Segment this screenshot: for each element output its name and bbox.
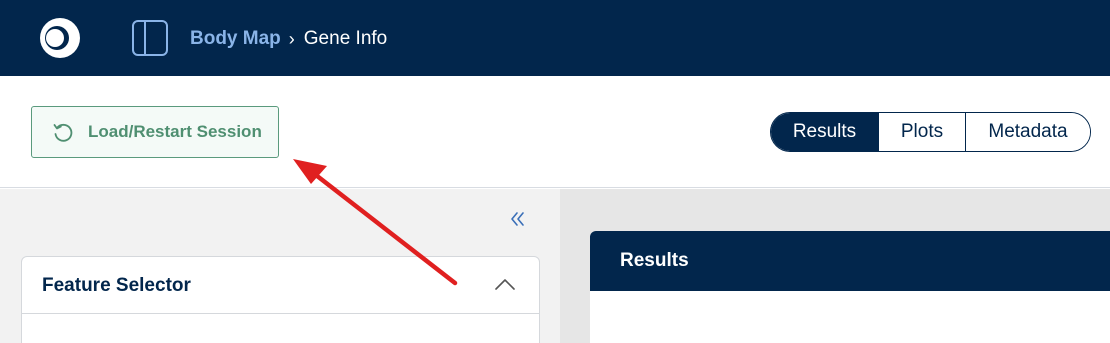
breadcrumb-current-page: Gene Info <box>303 28 388 49</box>
tab-plots[interactable]: Plots <box>878 113 965 151</box>
results-title: Results <box>620 250 689 271</box>
feature-selector-header[interactable]: Feature Selector <box>22 257 539 314</box>
tab-results[interactable]: Results <box>771 113 878 151</box>
feature-selector-card: Feature Selector <box>21 256 540 343</box>
load-restart-session-label: Load/Restart Session <box>88 122 262 141</box>
load-restart-session-button[interactable]: Load/Restart Session <box>31 106 279 158</box>
breadcrumb-separator: › <box>288 28 295 49</box>
app-logo-icon[interactable] <box>40 18 80 58</box>
toolbar: Load/Restart Session Results Plots Metad… <box>0 76 1110 188</box>
results-header: Results <box>590 231 1110 291</box>
app-page: Body Map › Gene Info Load/Restart Sessio… <box>0 0 1110 343</box>
tab-metadata[interactable]: Metadata <box>965 113 1090 151</box>
left-sidebar-panel: Feature Selector <box>0 189 560 343</box>
top-navbar: Body Map › Gene Info <box>0 0 1110 76</box>
main-content-panel: Results <box>560 189 1110 343</box>
breadcrumb: Body Map › Gene Info <box>190 27 387 51</box>
breadcrumb-body-map-link[interactable]: Body Map <box>190 28 281 50</box>
view-tab-group: Results Plots Metadata <box>770 112 1091 152</box>
restart-icon <box>53 123 73 142</box>
sidebar-toggle-icon[interactable] <box>132 20 168 56</box>
feature-selector-title: Feature Selector <box>42 275 191 296</box>
results-card: Results <box>590 231 1110 343</box>
chevron-up-icon[interactable] <box>494 277 516 291</box>
double-chevron-left-icon[interactable] <box>508 210 528 228</box>
